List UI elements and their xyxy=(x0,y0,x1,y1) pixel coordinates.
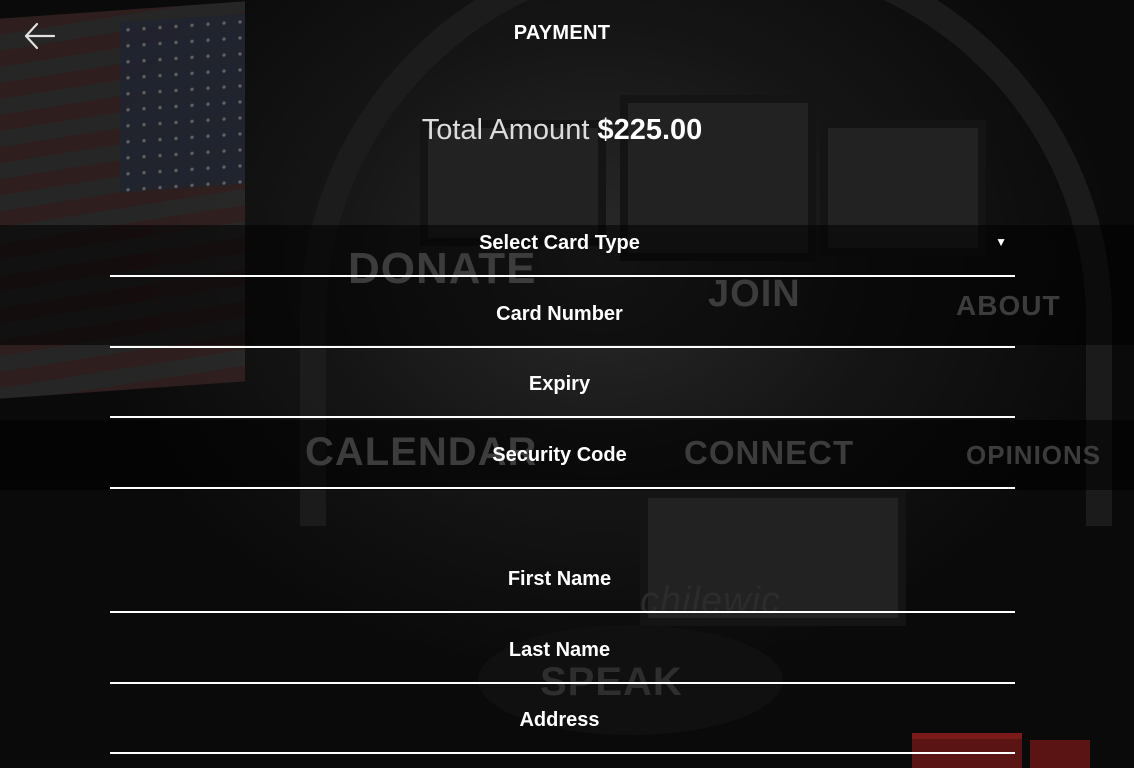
security-code-placeholder: Security Code xyxy=(492,444,627,466)
expiry-placeholder: Expiry xyxy=(528,373,591,395)
address-placeholder: Address xyxy=(519,709,600,731)
red-sign xyxy=(1030,740,1090,768)
card-number-field[interactable]: Card Number xyxy=(110,286,1015,348)
total-amount-value: $225.00 xyxy=(597,114,703,146)
expiry-field[interactable]: Expiry xyxy=(110,356,1015,418)
last-name-field[interactable]: Last Name xyxy=(110,622,1015,684)
total-amount-label: Total Amount xyxy=(421,114,590,146)
page-title: PAYMENT xyxy=(513,22,611,44)
card-type-select[interactable]: Select Card Type ▼ xyxy=(110,215,1015,277)
security-code-field[interactable]: Security Code xyxy=(110,427,1015,489)
caret-down-icon: ▼ xyxy=(995,235,1007,249)
total-amount: Total Amount $225.00 xyxy=(0,114,1129,147)
address-field[interactable]: Address xyxy=(110,692,1015,754)
first-name-field[interactable]: First Name xyxy=(110,551,1015,613)
card-number-placeholder: Card Number xyxy=(496,303,623,325)
first-name-placeholder: First Name xyxy=(507,568,612,590)
payment-screen: DONATE JOIN ABOUT CALENDAR CONNECT OPINI… xyxy=(0,0,1134,768)
card-type-placeholder: Select Card Type xyxy=(479,232,640,254)
last-name-placeholder: Last Name xyxy=(508,639,611,661)
